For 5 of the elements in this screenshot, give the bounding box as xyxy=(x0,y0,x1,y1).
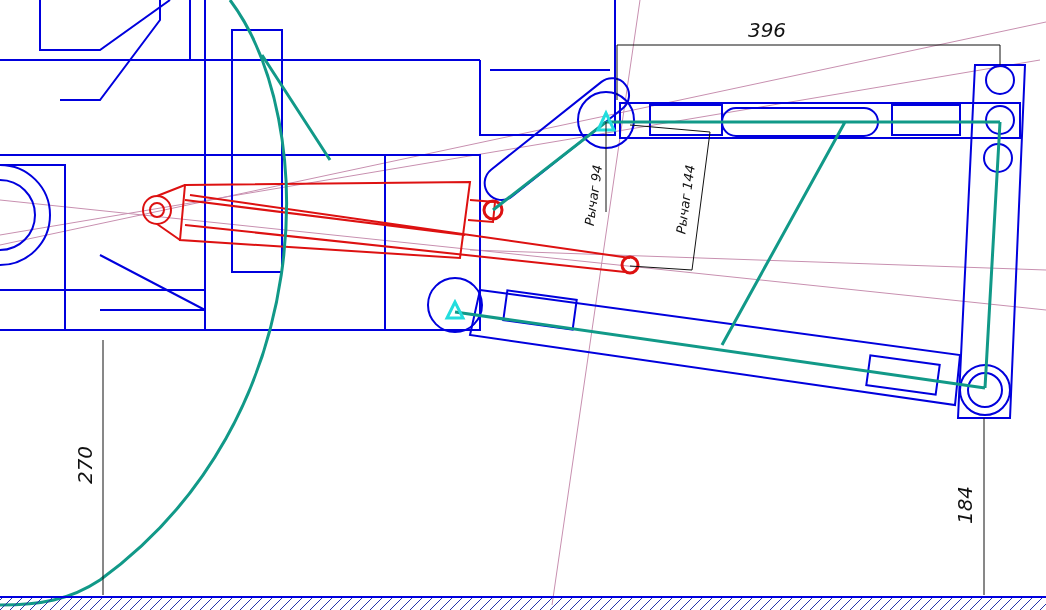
dimension-label: 396 xyxy=(747,18,787,42)
lever-label: Рычаг 94 xyxy=(581,164,606,227)
dimension-label: 184 xyxy=(953,485,977,525)
lever-label: Рычаг 144 xyxy=(673,163,698,235)
dimension-label: 270 xyxy=(73,445,97,485)
